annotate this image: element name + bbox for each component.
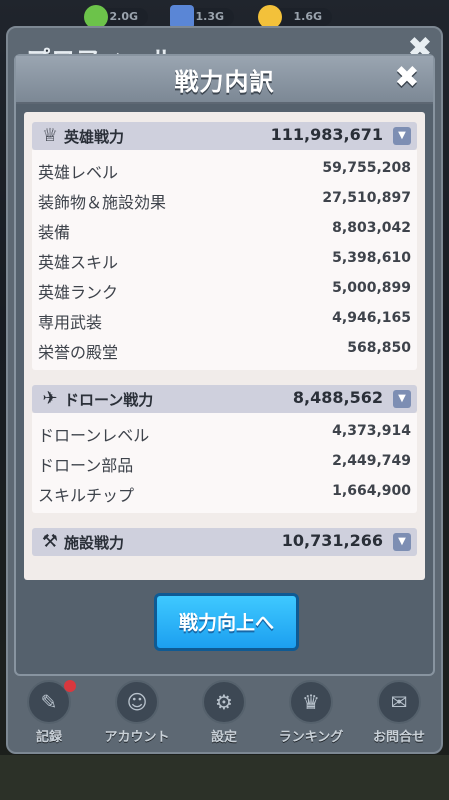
list-item: 栄誉の殿堂 568,850 bbox=[32, 334, 417, 364]
list-item: 英雄スキル 5,398,610 bbox=[32, 244, 417, 274]
section-drone-power: ✈ ドローン戦力 8,488,562 ▼ ドローンレベル 4,373,914 ド… bbox=[32, 385, 417, 513]
row-label: 専用武装 bbox=[38, 313, 103, 332]
row-label: 装飾物＆施設効果 bbox=[38, 193, 167, 212]
modal-header: 戦力内訳 ✖ bbox=[16, 56, 433, 104]
section-hero-power: ♕ 英雄戦力 111,983,671 ▼ 英雄レベル 59,755,208 装飾… bbox=[32, 122, 417, 370]
row-label: 英雄ランク bbox=[38, 283, 119, 302]
list-item: 英雄ランク 5,000,899 bbox=[32, 274, 417, 304]
row-label: ドローン部品 bbox=[38, 456, 134, 475]
account-icon: ☺ bbox=[115, 680, 159, 724]
hero-crown-icon: ♕ bbox=[41, 125, 59, 146]
notification-badge bbox=[64, 680, 76, 692]
chevron-down-icon[interactable]: ▼ bbox=[393, 127, 411, 145]
row-value: 5,398,610 bbox=[332, 250, 411, 266]
row-label: 英雄スキル bbox=[38, 253, 119, 272]
row-value: 59,755,208 bbox=[322, 160, 411, 176]
menu-item-ranking[interactable]: ♛ ランキング bbox=[271, 680, 351, 745]
trophy-icon: ♛ bbox=[289, 680, 333, 724]
section-label: 施設戦力 bbox=[64, 534, 125, 552]
row-label: スキルチップ bbox=[38, 486, 135, 505]
resource-gems: 2.0G bbox=[84, 5, 148, 29]
section-body: ドローンレベル 4,373,914 ドローン部品 2,449,749 スキルチッ… bbox=[32, 413, 417, 513]
row-label: 装備 bbox=[38, 223, 71, 242]
row-value: 4,946,165 bbox=[332, 310, 411, 326]
section-label: 英雄戦力 bbox=[64, 128, 125, 146]
facility-icon: ⚒ bbox=[41, 531, 59, 552]
menu-item-label: 設定 bbox=[210, 730, 237, 745]
menu-item-label: ランキング bbox=[278, 730, 344, 745]
resource-blocks: 1.3G bbox=[170, 5, 234, 29]
resource-coins: 1.6G bbox=[258, 5, 332, 29]
row-value: 1,664,900 bbox=[332, 483, 411, 499]
menu-item-label: 記録 bbox=[35, 730, 62, 745]
list-item: 装備 8,803,042 bbox=[32, 214, 417, 244]
list-item: ドローンレベル 4,373,914 bbox=[32, 417, 417, 447]
menu-item-label: お問合せ bbox=[372, 730, 425, 745]
chevron-down-icon[interactable]: ▼ bbox=[393, 533, 411, 551]
section-header[interactable]: ✈ ドローン戦力 8,488,562 ▼ bbox=[32, 385, 417, 413]
row-value: 27,510,897 bbox=[322, 190, 411, 206]
support-icon: ✉ bbox=[377, 680, 421, 724]
bottom-menu: ✎ 記録 ☺ アカウント ⚙ 設定 ♛ ランキング ✉ お問合せ bbox=[0, 680, 449, 750]
list-item: 英雄レベル 59,755,208 bbox=[32, 154, 417, 184]
list-item: ドローン部品 2,449,749 bbox=[32, 447, 417, 477]
menu-item-record[interactable]: ✎ 記録 bbox=[9, 680, 89, 745]
settings-gear-icon: ⚙ bbox=[202, 680, 246, 724]
chevron-down-icon[interactable]: ▼ bbox=[393, 390, 411, 408]
improve-power-button-label: 戦力向上へ bbox=[178, 612, 274, 634]
row-label: 英雄レベル bbox=[38, 163, 119, 182]
game-background-strip bbox=[0, 755, 449, 800]
section-header[interactable]: ⚒ 施設戦力 10,731,266 ▼ bbox=[32, 528, 417, 556]
row-value: 568,850 bbox=[347, 340, 411, 356]
section-body: 英雄レベル 59,755,208 装飾物＆施設効果 27,510,897 装備 … bbox=[32, 150, 417, 370]
menu-item-support[interactable]: ✉ お問合せ bbox=[359, 680, 439, 745]
row-value: 4,373,914 bbox=[332, 423, 411, 439]
row-label: 栄誉の殿堂 bbox=[38, 343, 119, 362]
row-label: ドローンレベル bbox=[38, 426, 150, 445]
row-value: 8,803,042 bbox=[332, 220, 411, 236]
section-facility-power: ⚒ 施設戦力 10,731,266 ▼ bbox=[32, 528, 417, 556]
menu-item-settings[interactable]: ⚙ 設定 bbox=[184, 680, 264, 745]
row-value: 5,000,899 bbox=[332, 280, 411, 296]
list-item: 装飾物＆施設効果 27,510,897 bbox=[32, 184, 417, 214]
menu-item-label: アカウント bbox=[104, 730, 170, 745]
section-total: 8,488,562 bbox=[292, 388, 383, 407]
drone-icon: ✈ bbox=[42, 388, 58, 409]
improve-power-button[interactable]: 戦力向上へ bbox=[154, 593, 299, 651]
power-breakdown-modal: 戦力内訳 ✖ ♕ 英雄戦力 111,983,671 ▼ 英雄レベル 59,755… bbox=[14, 54, 435, 676]
close-icon[interactable]: ✖ bbox=[389, 60, 425, 96]
modal-title: 戦力内訳 bbox=[174, 68, 275, 96]
section-total: 111,983,671 bbox=[270, 125, 383, 144]
menu-item-account[interactable]: ☺ アカウント bbox=[97, 680, 177, 745]
row-value: 2,449,749 bbox=[332, 453, 411, 469]
list-item: 専用武装 4,946,165 bbox=[32, 304, 417, 334]
section-header[interactable]: ♕ 英雄戦力 111,983,671 ▼ bbox=[32, 122, 417, 150]
breakdown-list[interactable]: ♕ 英雄戦力 111,983,671 ▼ 英雄レベル 59,755,208 装飾… bbox=[24, 112, 425, 580]
section-total: 10,731,266 bbox=[281, 531, 383, 550]
section-label: ドローン戦力 bbox=[64, 391, 154, 409]
list-item: スキルチップ 1,664,900 bbox=[32, 477, 417, 507]
